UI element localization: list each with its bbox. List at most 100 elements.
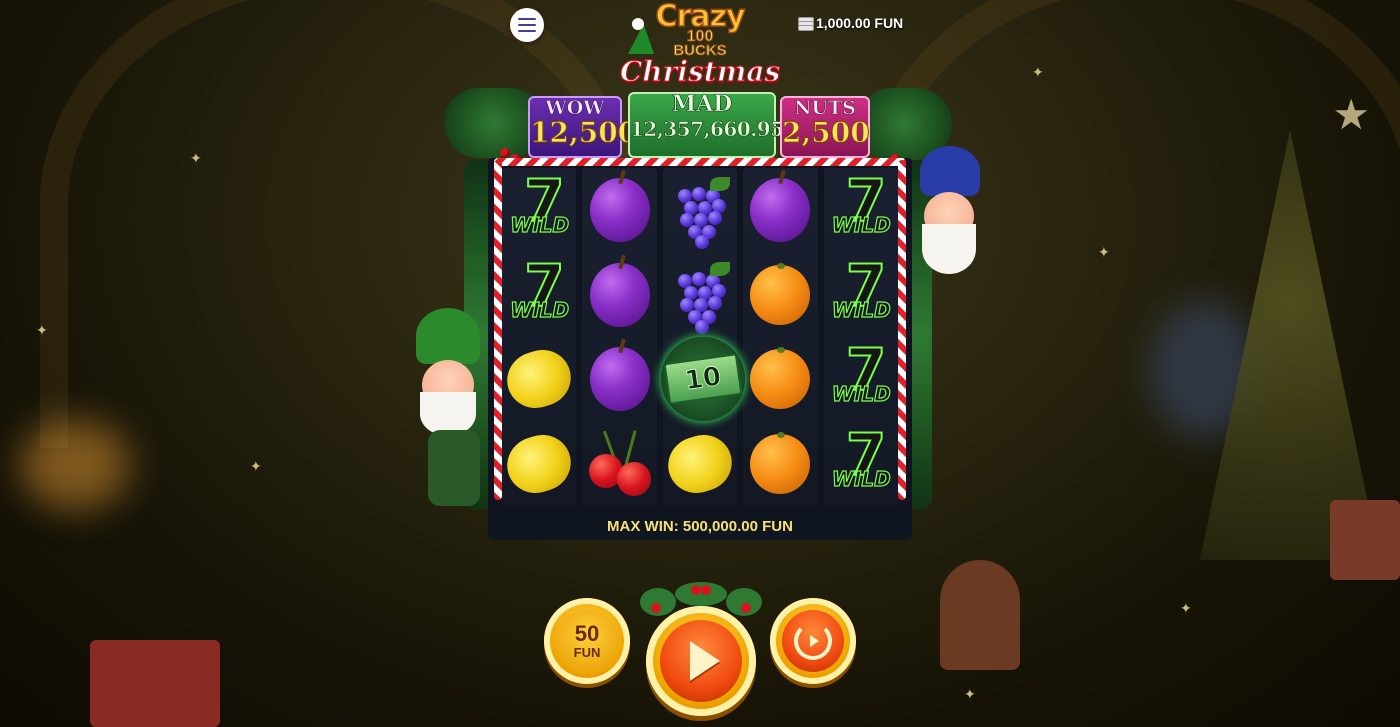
menu-button[interactable] [510,8,544,42]
jackpot-mad: MAD 12,357,660.95 [628,91,785,158]
reel-cell: 7 WILD [824,337,898,422]
wild-label: WILD [831,213,891,238]
wild-seven-symbol: 7 WILD [828,255,894,328]
lemon-symbol [500,342,579,416]
tree-star-icon: ★ [1332,91,1370,138]
reel-cell: 7 WILD [824,168,898,253]
elf-beard [922,224,976,274]
elf-hat [416,308,480,364]
money-bill: 10 [663,353,743,405]
wild-label: WILD [831,466,891,491]
spin-button-face [660,620,742,702]
balance-value: 1,000.00 FUN [816,15,904,31]
reel-3: 10 [660,168,745,507]
wild-label: WILD [831,297,891,322]
reel-cell [663,168,737,253]
reel-cell: 7 WILD [824,253,898,338]
lemon-symbol [660,427,740,501]
elf-body [428,430,480,506]
candy-cane-border [898,160,906,500]
reel-cell [582,337,656,422]
grapes-symbol [668,177,732,250]
plum-symbol [589,178,650,243]
reel-cell [660,422,740,507]
elf-right [912,142,988,302]
jackpot-mad-value: 12,357,660.95 [630,117,785,142]
logo-christmas: Christmas [619,55,781,88]
sparkle-icon: ✦ [1098,244,1110,260]
reel-cell [582,253,656,338]
reel-cell: 10 [660,337,745,422]
jackpot-nuts-value: 2,500 [782,116,871,149]
game-logo: Crazy 100 BUCKS Christmas [619,0,781,92]
spin-button[interactable] [646,606,756,716]
bet-button-face: 50 FUN [556,610,618,672]
balance-display: 1,000.00 FUN [798,15,903,31]
reel-5: 7 WILD 7 WILD 7 WILD 7 WILD [823,168,899,507]
reel-cell [663,253,737,338]
reel-cell [743,337,817,422]
reel-cell: 7 WILD [502,168,576,253]
grapes-symbol [668,261,732,334]
bet-amount: 50 [574,620,600,646]
sparkle-icon: ✦ [36,322,48,338]
candy-cane-border [494,158,906,166]
gift-box [90,640,220,727]
candy-cane-border [494,160,502,500]
money-value: 10 [682,361,723,397]
money-disc: 10 [660,337,745,421]
jackpot-nuts: NUTS 2,500 [780,96,870,158]
reel-cell [743,253,817,338]
sparkle-icon: ✦ [964,686,976,702]
holly-berry [500,148,510,158]
reel-cell [582,422,656,507]
plum-symbol [589,262,650,327]
wild-seven-symbol: 7 WILD [828,170,894,243]
sparkle-icon: ✦ [1180,600,1192,616]
bet-currency: FUN [573,644,601,660]
elf-hat [920,146,980,196]
wild-seven-symbol: 7 WILD [828,424,894,497]
reel-cell [582,168,656,253]
wild-seven-symbol: 7 WILD [506,255,572,328]
gift-box [1330,500,1400,580]
orange-symbol [750,347,811,410]
coin-stack-icon [798,17,814,31]
hat-pompom [632,18,644,30]
reel-1: 7 WILD 7 WILD [500,168,579,507]
plum-symbol [750,178,811,243]
sparkle-icon: ✦ [250,458,262,474]
wild-seven-symbol: 7 WILD [828,339,894,412]
autoplay-button-face [782,610,844,672]
reel-cell: 7 WILD [502,253,576,338]
reel-2 [582,168,657,507]
wild-label: WILD [831,382,891,407]
wild-label: WILD [510,213,570,238]
reel-cell [500,422,579,507]
reel-4 [743,168,818,507]
elf-left [408,300,488,510]
sparkle-icon: ✦ [190,150,202,166]
wild-seven-symbol: 7 WILD [506,170,572,243]
autoplay-button[interactable] [770,598,856,684]
orange-symbol [750,431,811,494]
reel-cell [743,422,817,507]
hamburger-menu-icon [518,18,536,32]
autoplay-icon [794,622,832,660]
max-win-label: MAX WIN: 500,000.00 FUN [488,512,912,540]
lamp-glow [20,420,130,510]
cherry-symbol [587,428,653,500]
money-symbol: 10 [657,337,749,421]
sparkle-icon: ✦ [1032,64,1044,80]
wild-label: WILD [510,297,570,322]
jackpot-mad-label: MAD [671,91,733,117]
play-icon [690,641,720,681]
reel-cell: 7 WILD [824,422,898,507]
jackpot-wow-label: WOW [545,97,605,119]
jackpot-nuts-label: NUTS [794,97,856,119]
jackpot-wow-value: 12,500 [530,116,638,149]
jackpot-wow: WOW 12,500 [528,96,638,158]
reel-cell [500,337,579,422]
reel-cell [743,168,817,253]
bet-button[interactable]: 50 FUN [544,598,630,684]
